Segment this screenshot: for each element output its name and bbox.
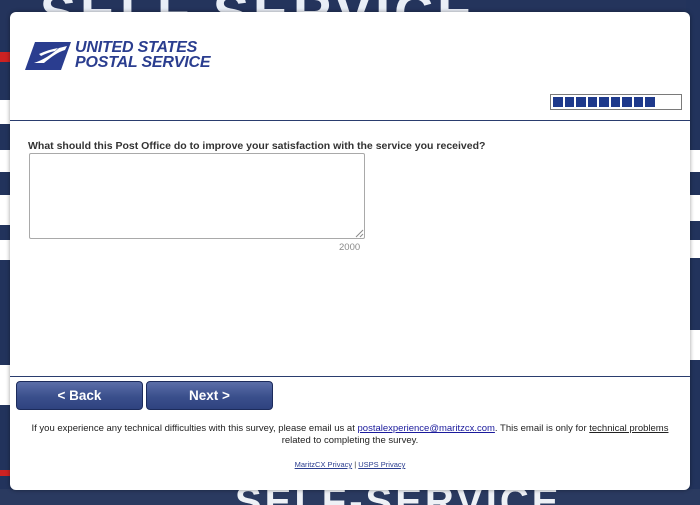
survey-header: UNITED STATES POSTAL SERVICE — [10, 12, 690, 120]
footer-divider — [10, 376, 690, 377]
answer-textarea[interactable] — [29, 153, 365, 239]
progress-segment — [587, 97, 597, 107]
support-email-link[interactable]: postalexperience@maritzcx.com — [358, 423, 495, 434]
progress-segment — [599, 97, 609, 107]
maritzcx-privacy-link[interactable]: MaritzCX Privacy — [295, 460, 353, 469]
progress-segment — [622, 97, 632, 107]
privacy-links: MaritzCX Privacy | USPS Privacy — [10, 460, 690, 469]
progress-segment — [610, 97, 620, 107]
back-button[interactable]: < Back — [16, 381, 143, 410]
progress-segment — [633, 97, 643, 107]
survey-progress-bar — [550, 94, 682, 110]
resize-grip-icon[interactable] — [355, 229, 364, 238]
progress-segment — [576, 97, 586, 107]
logo-line-2: POSTAL SERVICE — [75, 54, 211, 71]
progress-fill — [553, 97, 655, 107]
character-limit: 2000 — [339, 242, 361, 253]
next-button[interactable]: Next > — [146, 381, 273, 410]
usps-privacy-link[interactable]: USPS Privacy — [358, 460, 405, 469]
support-notice: If you experience any technical difficul… — [24, 423, 676, 447]
support-text-3: related to completing the survey. — [281, 435, 419, 446]
progress-segment — [553, 97, 563, 107]
progress-segment — [645, 97, 655, 107]
question-label: What should this Post Office do to impro… — [28, 140, 486, 152]
support-text-1: If you experience any technical difficul… — [31, 423, 358, 434]
support-text-2: . This email is only for — [494, 423, 590, 434]
progress-segment — [564, 97, 574, 107]
logo-line-1: UNITED STATES — [75, 39, 198, 56]
usps-eagle-icon — [25, 42, 71, 70]
header-divider — [10, 120, 690, 121]
usps-logo: UNITED STATES POSTAL SERVICE — [25, 39, 211, 71]
survey-card: UNITED STATES POSTAL SERVICE What should… — [10, 12, 690, 490]
technical-problems-link[interactable]: technical problems — [589, 423, 668, 434]
